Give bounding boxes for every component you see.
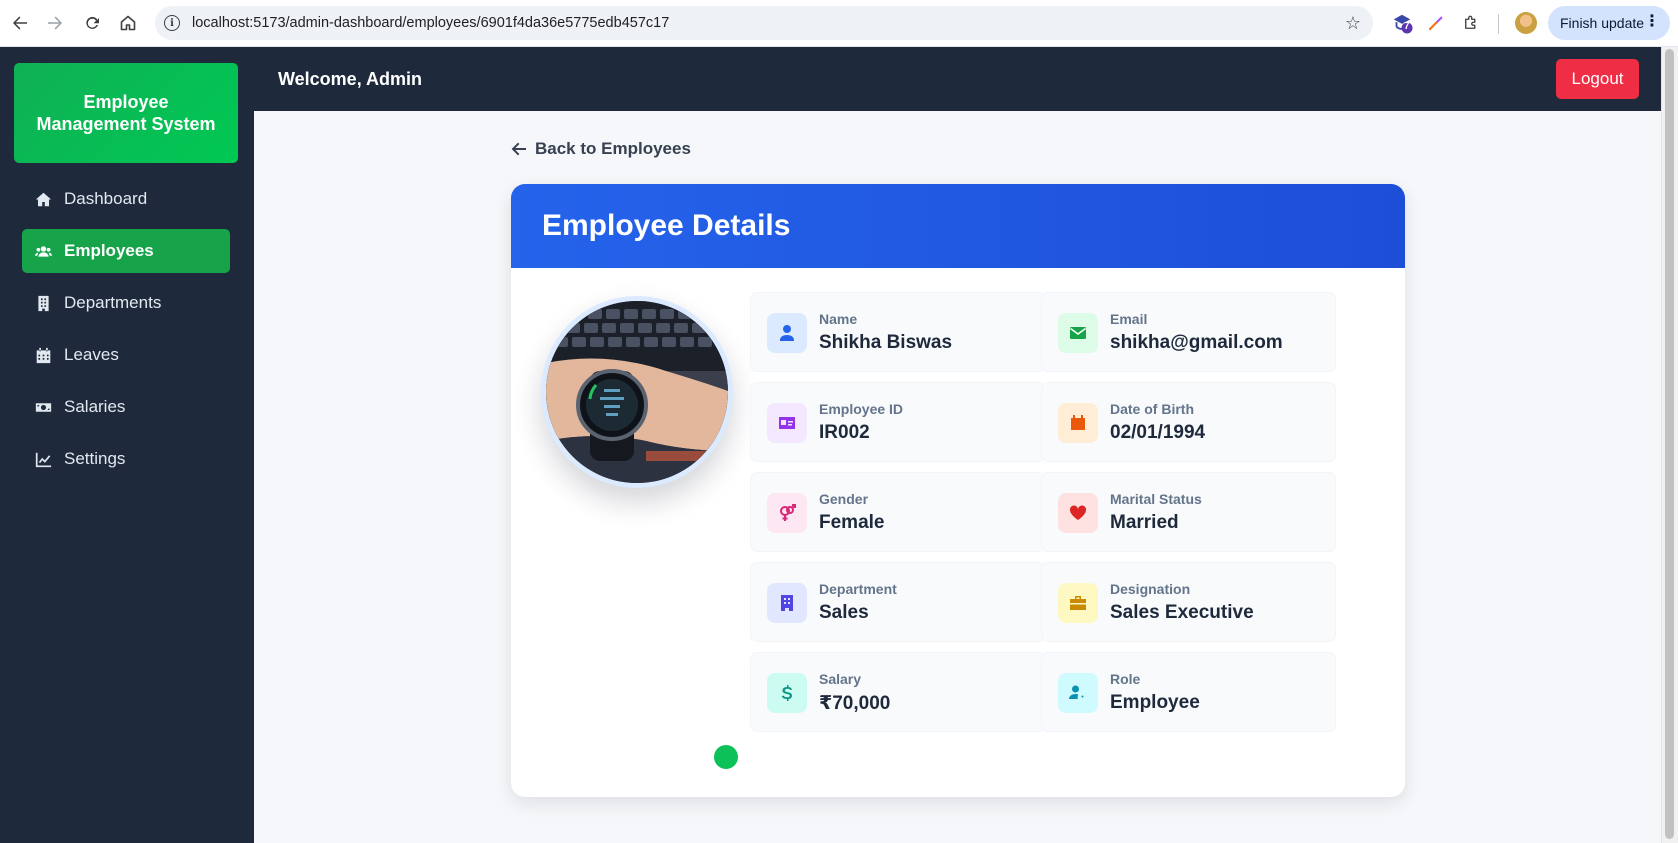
field-value: Employee xyxy=(1110,692,1200,713)
heart-icon xyxy=(1058,493,1098,533)
field-label: Date of Birth xyxy=(1110,401,1194,417)
id-card-icon xyxy=(767,403,807,443)
detail-field-salary: Salary ₹70,000 xyxy=(750,652,1045,732)
profile-avatar[interactable] xyxy=(1515,12,1537,34)
sidebar-item-label: Departments xyxy=(64,293,162,312)
detail-field-date-of-birth: Date of Birth 02/01/1994 xyxy=(1041,382,1336,462)
sidebar-item-departments[interactable]: Departments xyxy=(22,281,230,325)
field-label: Name xyxy=(819,311,858,327)
calendar-icon xyxy=(1058,403,1098,443)
field-label: Email xyxy=(1110,311,1148,327)
field-label: Role xyxy=(1110,671,1141,687)
sidebar: Employee Management System Dashboard Emp… xyxy=(0,47,254,843)
user-icon xyxy=(767,313,807,353)
welcome-text: Welcome, Admin xyxy=(278,69,423,89)
sidebar-item-settings[interactable]: Settings xyxy=(22,437,230,481)
sidebar-item-salaries[interactable]: Salaries xyxy=(22,385,230,429)
building-icon xyxy=(767,583,807,623)
user-gear-icon xyxy=(1058,673,1098,713)
detail-field-department: Department Sales xyxy=(750,562,1045,642)
finish-update-button[interactable]: Finish update ⋮ xyxy=(1548,6,1670,40)
detail-field-email: Email shikha@gmail.com xyxy=(1041,292,1336,372)
card-title: Employee Details xyxy=(511,184,1405,268)
field-label: Designation xyxy=(1110,581,1191,597)
users-icon xyxy=(34,242,52,260)
back-to-employees-link[interactable]: Back to Employees xyxy=(511,139,691,159)
reload-icon[interactable] xyxy=(79,10,105,36)
field-value: 02/01/1994 xyxy=(1110,422,1206,443)
top-bar: Welcome, Admin Logout xyxy=(254,47,1661,111)
more-vertical-icon[interactable]: ⋮ xyxy=(1644,14,1660,30)
sidebar-item-employees[interactable]: Employees xyxy=(22,229,230,273)
sidebar-item-label: Leaves xyxy=(64,345,119,364)
field-value: Sales xyxy=(819,602,869,623)
back-arrow-icon[interactable] xyxy=(7,10,33,36)
sidebar-item-label: Salaries xyxy=(64,397,126,416)
brand-logo: Employee Management System xyxy=(14,63,238,163)
detail-field-employee-id: Employee ID IR002 xyxy=(750,382,1045,462)
page-scrollbar[interactable] xyxy=(1661,47,1678,843)
field-value: Shikha Biswas xyxy=(819,332,953,353)
employee-details-card: Employee Details Name Shikha Biswas Emai… xyxy=(511,184,1405,797)
field-value: Female xyxy=(819,512,885,533)
dollar-icon xyxy=(767,673,807,713)
arrow-left-icon xyxy=(511,142,526,156)
building-icon xyxy=(34,294,52,312)
field-label: Gender xyxy=(819,491,869,507)
field-label: Salary xyxy=(819,671,862,687)
url-text: localhost:5173/admin-dashboard/employees… xyxy=(192,15,670,31)
field-value: IR002 xyxy=(819,422,870,443)
sidebar-item-dashboard[interactable]: Dashboard xyxy=(22,177,230,221)
finish-update-label: Finish update xyxy=(1560,15,1645,31)
back-label: Back to Employees xyxy=(535,139,691,158)
detail-field-designation: Designation Sales Executive xyxy=(1041,562,1336,642)
detail-field-name: Name Shikha Biswas xyxy=(750,292,1045,372)
scrollbar-thumb[interactable] xyxy=(1665,49,1674,839)
briefcase-icon xyxy=(1058,583,1098,623)
bookmark-star-icon[interactable]: ☆ xyxy=(1345,13,1361,33)
sidebar-item-label: Employees xyxy=(64,241,154,260)
sidebar-item-label: Settings xyxy=(64,449,126,468)
address-bar[interactable]: i localhost:5173/admin-dashboard/employe… xyxy=(155,6,1373,40)
logout-button[interactable]: Logout xyxy=(1556,59,1639,99)
money-icon xyxy=(34,398,52,416)
browser-toolbar: i localhost:5173/admin-dashboard/employe… xyxy=(0,0,1678,47)
field-label: Marital Status xyxy=(1110,491,1202,507)
employee-photo xyxy=(541,296,733,488)
main-content: Back to Employees Employee Details Name … xyxy=(254,111,1661,843)
field-value: shikha@gmail.com xyxy=(1110,332,1283,353)
site-info-icon[interactable]: i xyxy=(164,15,180,31)
eyedropper-icon[interactable] xyxy=(1424,11,1448,35)
field-value: Married xyxy=(1110,512,1179,533)
home-icon xyxy=(34,190,52,208)
envelope-icon xyxy=(1058,313,1098,353)
field-label: Department xyxy=(819,581,897,597)
field-value: Sales Executive xyxy=(1110,602,1254,623)
extension-shield-icon[interactable]: 7 xyxy=(1390,11,1414,35)
extension-badge: 7 xyxy=(1404,21,1410,32)
field-label: Employee ID xyxy=(819,401,904,417)
forward-arrow-icon[interactable] xyxy=(42,10,68,36)
online-status-dot xyxy=(714,745,738,769)
field-value: ₹70,000 xyxy=(819,693,891,714)
calendar-icon xyxy=(34,346,52,364)
venus-mars-icon xyxy=(767,493,807,533)
toolbar-separator xyxy=(1498,14,1499,34)
sidebar-menu: Dashboard Employees Departments Leaves S… xyxy=(22,177,230,489)
detail-field-role: Role Employee xyxy=(1041,652,1336,732)
chart-line-icon xyxy=(34,450,52,468)
detail-field-marital-status: Marital Status Married xyxy=(1041,472,1336,552)
detail-field-gender: Gender Female xyxy=(750,472,1045,552)
sidebar-item-leaves[interactable]: Leaves xyxy=(22,333,230,377)
extensions-puzzle-icon[interactable] xyxy=(1459,11,1483,35)
home-icon[interactable] xyxy=(115,10,141,36)
sidebar-item-label: Dashboard xyxy=(64,189,148,208)
